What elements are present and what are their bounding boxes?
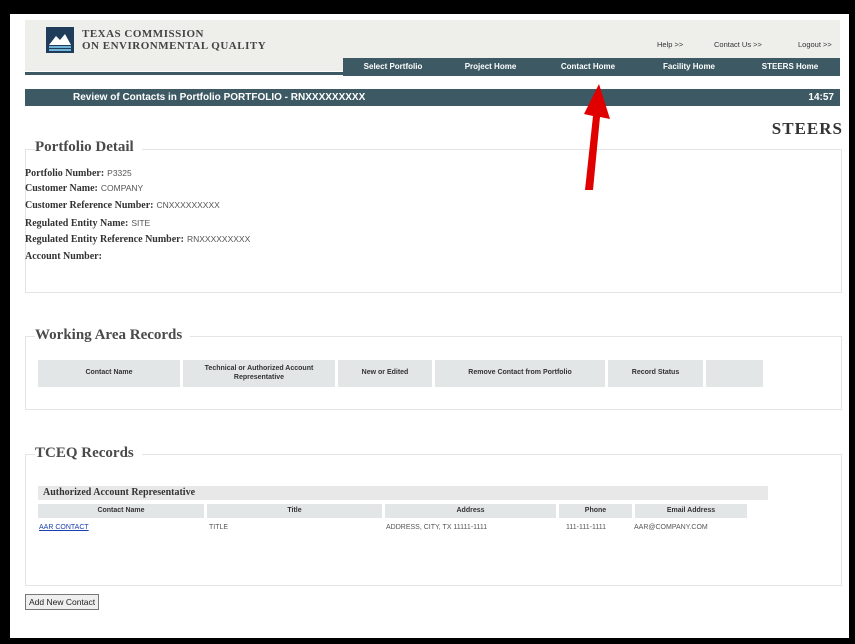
red-arrow-annotation-icon [584,84,610,190]
page: TEXAS COMMISSION ON ENVIRONMENTAL QUALIT… [10,14,849,638]
